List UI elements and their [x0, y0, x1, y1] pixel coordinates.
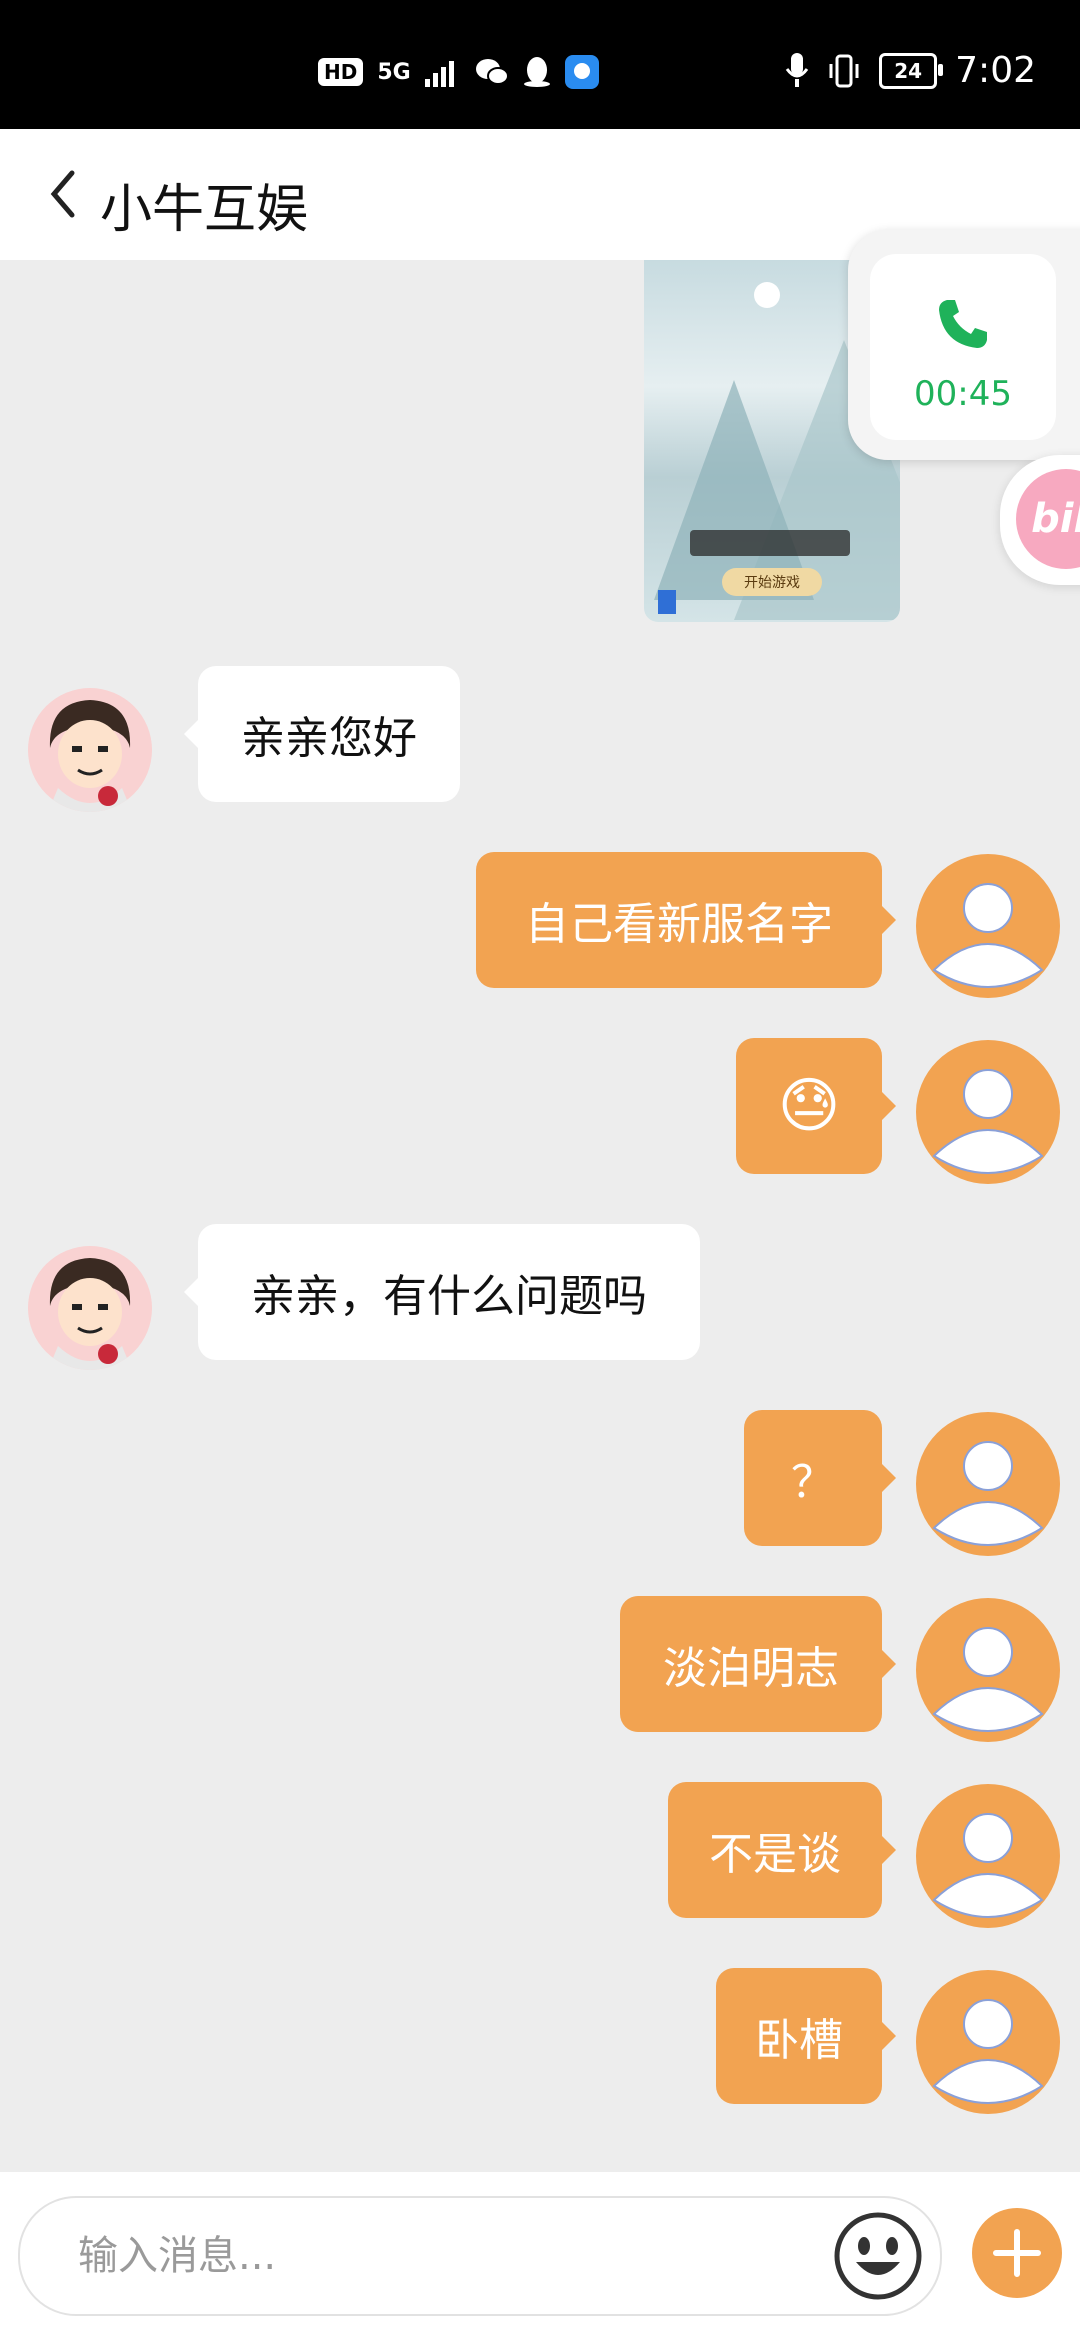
call-duration: 00:45	[914, 374, 1012, 414]
default-user-icon	[932, 1999, 1044, 2104]
agent-avatar[interactable]	[28, 688, 152, 812]
wechat-icon	[475, 59, 509, 85]
message-text: ？	[791, 1457, 835, 1508]
message-text: 自己看新服名字	[525, 899, 833, 950]
clock: 7:02	[955, 50, 1036, 91]
agent-avatar[interactable]	[28, 1246, 152, 1370]
user-avatar[interactable]	[916, 1598, 1060, 1742]
image-start-game-label: 开始游戏	[722, 568, 822, 596]
message-text: 淡泊明志	[663, 1643, 839, 1694]
add-attachment-button[interactable]	[972, 2208, 1062, 2298]
user-message-bubble[interactable]: 卧槽	[716, 1968, 896, 2104]
battery-icon: 24	[879, 52, 944, 89]
status-right-icons: 24 7:02	[785, 50, 1036, 91]
message-input[interactable]	[76, 2224, 780, 2288]
back-button[interactable]	[32, 159, 92, 229]
bilibili-floating-bubble[interactable]: bili	[1000, 455, 1080, 585]
message-input-bar	[0, 2172, 1080, 2340]
message-input-container[interactable]	[18, 2196, 942, 2316]
smiley-icon	[834, 2212, 922, 2300]
status-bar: HD 5G 24 7:02	[0, 0, 1080, 129]
call-card[interactable]: 00:45	[870, 254, 1056, 440]
agent-avatar-icon	[28, 1246, 152, 1370]
status-left-icons: HD 5G	[318, 55, 599, 89]
battery-level: 24	[894, 58, 923, 83]
phone-icon	[939, 300, 987, 348]
floating-call-widget[interactable]: 00:45	[848, 230, 1080, 460]
user-message-bubble[interactable]: 😓	[736, 1038, 896, 1174]
agent-message-bubble[interactable]: 亲亲，有什么问题吗	[184, 1224, 700, 1360]
user-message-bubble[interactable]: 不是谈	[668, 1782, 896, 1918]
network-type: 5G	[377, 59, 411, 85]
signal-icon	[424, 61, 454, 87]
hd-badge: HD	[318, 58, 364, 86]
user-avatar[interactable]	[916, 1412, 1060, 1556]
default-user-icon	[932, 883, 1044, 988]
user-avatar[interactable]	[916, 1784, 1060, 1928]
image-sun	[754, 282, 780, 308]
user-avatar[interactable]	[916, 1970, 1060, 2114]
user-message-bubble[interactable]: 淡泊明志	[620, 1596, 896, 1732]
image-age-rating	[658, 590, 676, 614]
default-user-icon	[932, 1627, 1044, 1732]
qq-icon	[523, 57, 550, 87]
bilibili-logo-icon: bili	[1016, 469, 1080, 569]
user-message-bubble[interactable]: 自己看新服名字	[476, 852, 896, 988]
vibrate-icon	[829, 54, 859, 87]
default-user-icon	[932, 1441, 1044, 1546]
message-text: 卧槽	[755, 2015, 843, 2066]
user-avatar[interactable]	[916, 1040, 1060, 1184]
image-mountain	[654, 380, 814, 600]
message-text: 亲亲您好	[241, 713, 417, 764]
bilibili-label: bili	[1031, 496, 1080, 542]
message-text: 亲亲，有什么问题吗	[251, 1271, 647, 1322]
message-text: 不是谈	[709, 1829, 841, 1880]
emoji-button[interactable]	[832, 2210, 924, 2302]
default-user-icon	[932, 1069, 1044, 1174]
image-server-panel	[690, 530, 850, 556]
default-user-icon	[932, 1813, 1044, 1918]
agent-avatar-icon	[28, 688, 152, 812]
user-message-bubble[interactable]: ？	[744, 1410, 896, 1546]
page-title: 小牛互娱	[100, 180, 309, 240]
microphone-icon	[785, 52, 809, 87]
sweat-emoji: 😓	[777, 1071, 841, 1141]
plus-icon	[993, 2229, 1041, 2277]
chevron-left-icon	[50, 170, 75, 218]
agent-message-bubble[interactable]: 亲亲您好	[184, 666, 460, 802]
user-avatar[interactable]	[916, 854, 1060, 998]
app-notification-icon	[564, 55, 599, 89]
